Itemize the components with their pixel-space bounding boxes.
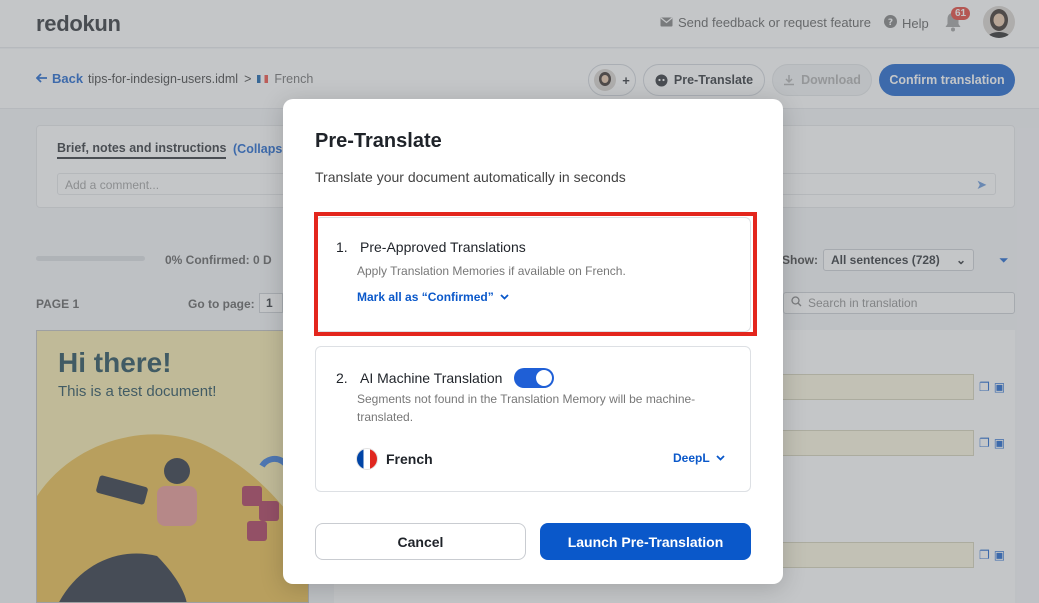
highlight-box	[314, 212, 757, 336]
engine-dropdown[interactable]: DeepL	[673, 451, 725, 465]
dialog-title: Pre-Translate	[315, 130, 442, 152]
pre-translate-dialog: Pre-Translate Translate your document au…	[283, 99, 783, 584]
option-number: 2.	[336, 370, 348, 386]
chevron-down-icon	[716, 455, 725, 461]
launch-pre-translation-button[interactable]: Launch Pre-Translation	[540, 523, 751, 560]
machine-translation-card: 2. AI Machine Translation Segments not f…	[315, 346, 751, 492]
target-language-row: French	[356, 448, 433, 470]
machine-translation-heading: 2. AI Machine Translation	[336, 368, 555, 388]
machine-translation-description: Segments not found in the Translation Me…	[357, 392, 696, 424]
cancel-button[interactable]: Cancel	[315, 523, 526, 560]
dialog-subtitle: Translate your document automatically in…	[315, 169, 626, 185]
machine-translation-title: AI Machine Translation	[360, 370, 503, 386]
target-language-label: French	[386, 451, 433, 467]
toggle-knob	[536, 370, 553, 386]
machine-translation-toggle[interactable]	[514, 368, 555, 388]
engine-label: DeepL	[673, 451, 710, 465]
france-flag-icon	[356, 448, 378, 470]
